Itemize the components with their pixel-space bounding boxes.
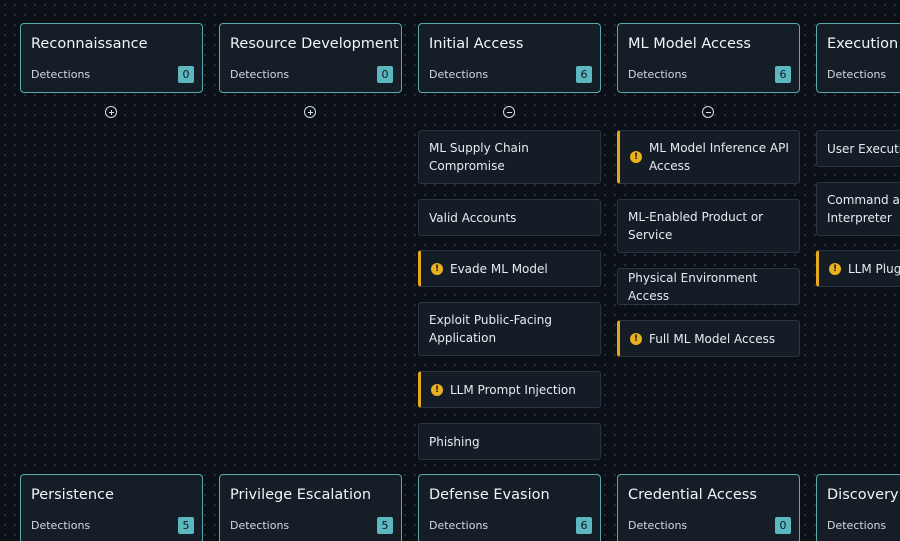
attack-matrix-board: Reconnaissance Detections 0 Resource Dev… xyxy=(0,0,900,541)
tactic-title: Privilege Escalation xyxy=(230,487,372,503)
detections-label: Detections xyxy=(827,68,887,81)
technique-label: Phishing xyxy=(429,434,480,449)
tactic-card-defense-evasion[interactable]: Defense Evasion Detections 6 xyxy=(418,474,601,541)
tactic-title: Persistence xyxy=(31,487,114,503)
technique-llm-prompt-injection[interactable]: ! LLM Prompt Injection xyxy=(418,371,601,408)
tactic-title: Initial Access xyxy=(429,36,524,52)
detections-count-badge: 0 xyxy=(377,66,393,83)
technique-label: Command and Scripting Interpreter xyxy=(827,193,900,225)
detections-count-badge: 6 xyxy=(576,66,592,83)
technique-label: Evade ML Model xyxy=(450,261,548,276)
technique-label: ML Model Inference API Access xyxy=(649,141,789,173)
tactic-title: Reconnaissance xyxy=(31,36,148,52)
tactic-card-privilege-escalation[interactable]: Privilege Escalation Detections 5 xyxy=(219,474,402,541)
detections-label: Detections xyxy=(827,519,887,532)
tactic-card-resource-development[interactable]: Resource Development Detections 0 xyxy=(219,23,402,93)
tactic-title: Resource Development xyxy=(230,36,399,52)
technique-label: Physical Environment Access xyxy=(628,270,758,303)
detections-count-badge: 0 xyxy=(178,66,194,83)
tactic-card-ml-model-access[interactable]: ML Model Access Detections 6 xyxy=(617,23,800,93)
detections-count-badge: 5 xyxy=(178,517,194,534)
tactic-card-execution[interactable]: Execution Detections xyxy=(816,23,900,93)
detections-label: Detections xyxy=(429,519,489,532)
technique-physical-environment-access[interactable]: Physical Environment Access xyxy=(617,268,800,305)
technique-valid-accounts[interactable]: Valid Accounts xyxy=(418,199,601,236)
technique-phishing[interactable]: Phishing xyxy=(418,423,601,460)
detections-count-badge: 6 xyxy=(775,66,791,83)
technique-evade-ml-model[interactable]: ! Evade ML Model xyxy=(418,250,601,287)
detections-count-badge: 6 xyxy=(576,517,592,534)
tactic-card-initial-access[interactable]: Initial Access Detections 6 xyxy=(418,23,601,93)
expand-reconnaissance-plus-circle-icon[interactable] xyxy=(105,106,117,118)
technique-ml-enabled-product-or-service[interactable]: ML-Enabled Product or Service xyxy=(617,199,800,253)
collapse-initial-access-minus-circle-icon[interactable] xyxy=(503,106,515,118)
detections-label: Detections xyxy=(230,68,290,81)
tactic-card-persistence[interactable]: Persistence Detections 5 xyxy=(20,474,203,541)
detections-label: Detections xyxy=(628,519,688,532)
detections-label: Detections xyxy=(230,519,290,532)
warning-icon: ! xyxy=(431,262,443,275)
tactic-card-reconnaissance[interactable]: Reconnaissance Detections 0 xyxy=(20,23,203,93)
collapse-ml-model-access-minus-circle-icon[interactable] xyxy=(702,106,714,118)
technique-label: Exploit Public-Facing Application xyxy=(429,313,552,345)
technique-label: Full ML Model Access xyxy=(649,331,776,346)
technique-label: LLM Prompt Injection xyxy=(450,382,576,397)
warning-icon: ! xyxy=(630,332,642,345)
technique-label: ML Supply Chain Compromise xyxy=(429,141,529,173)
technique-ml-supply-chain-compromise[interactable]: ML Supply Chain Compromise xyxy=(418,130,601,184)
detections-label: Detections xyxy=(429,68,489,81)
tactic-title: ML Model Access xyxy=(628,36,751,52)
technique-label: Valid Accounts xyxy=(429,210,517,225)
technique-exploit-public-facing-application[interactable]: Exploit Public-Facing Application xyxy=(418,302,601,356)
technique-user-execution[interactable]: User Execution xyxy=(816,130,900,167)
detections-count-badge: 5 xyxy=(377,517,393,534)
warning-icon: ! xyxy=(431,383,443,396)
technique-label: LLM Plugin Compromise xyxy=(848,261,900,276)
technique-label: ML-Enabled Product or Service xyxy=(628,210,764,242)
tactic-title: Credential Access xyxy=(628,487,757,503)
detections-label: Detections xyxy=(31,68,91,81)
tactic-card-discovery[interactable]: Discovery Detections xyxy=(816,474,900,541)
detections-label: Detections xyxy=(31,519,91,532)
technique-ml-model-inference-api-access[interactable]: ! ML Model Inference API Access xyxy=(617,130,800,184)
technique-label: User Execution xyxy=(827,141,900,156)
tactic-title: Defense Evasion xyxy=(429,487,550,503)
warning-icon: ! xyxy=(829,262,841,275)
tactic-title: Execution xyxy=(827,36,899,52)
detections-label: Detections xyxy=(628,68,688,81)
warning-icon: ! xyxy=(630,151,642,163)
tactic-title: Discovery xyxy=(827,487,899,503)
technique-llm-plugin-compromise[interactable]: ! LLM Plugin Compromise xyxy=(816,250,900,287)
technique-command-and-scripting-interpreter[interactable]: Command and Scripting Interpreter xyxy=(816,182,900,236)
technique-full-ml-model-access[interactable]: ! Full ML Model Access xyxy=(617,320,800,357)
tactic-card-credential-access[interactable]: Credential Access Detections 0 xyxy=(617,474,800,541)
expand-resource-development-plus-circle-icon[interactable] xyxy=(304,106,316,118)
detections-count-badge: 0 xyxy=(775,517,791,534)
